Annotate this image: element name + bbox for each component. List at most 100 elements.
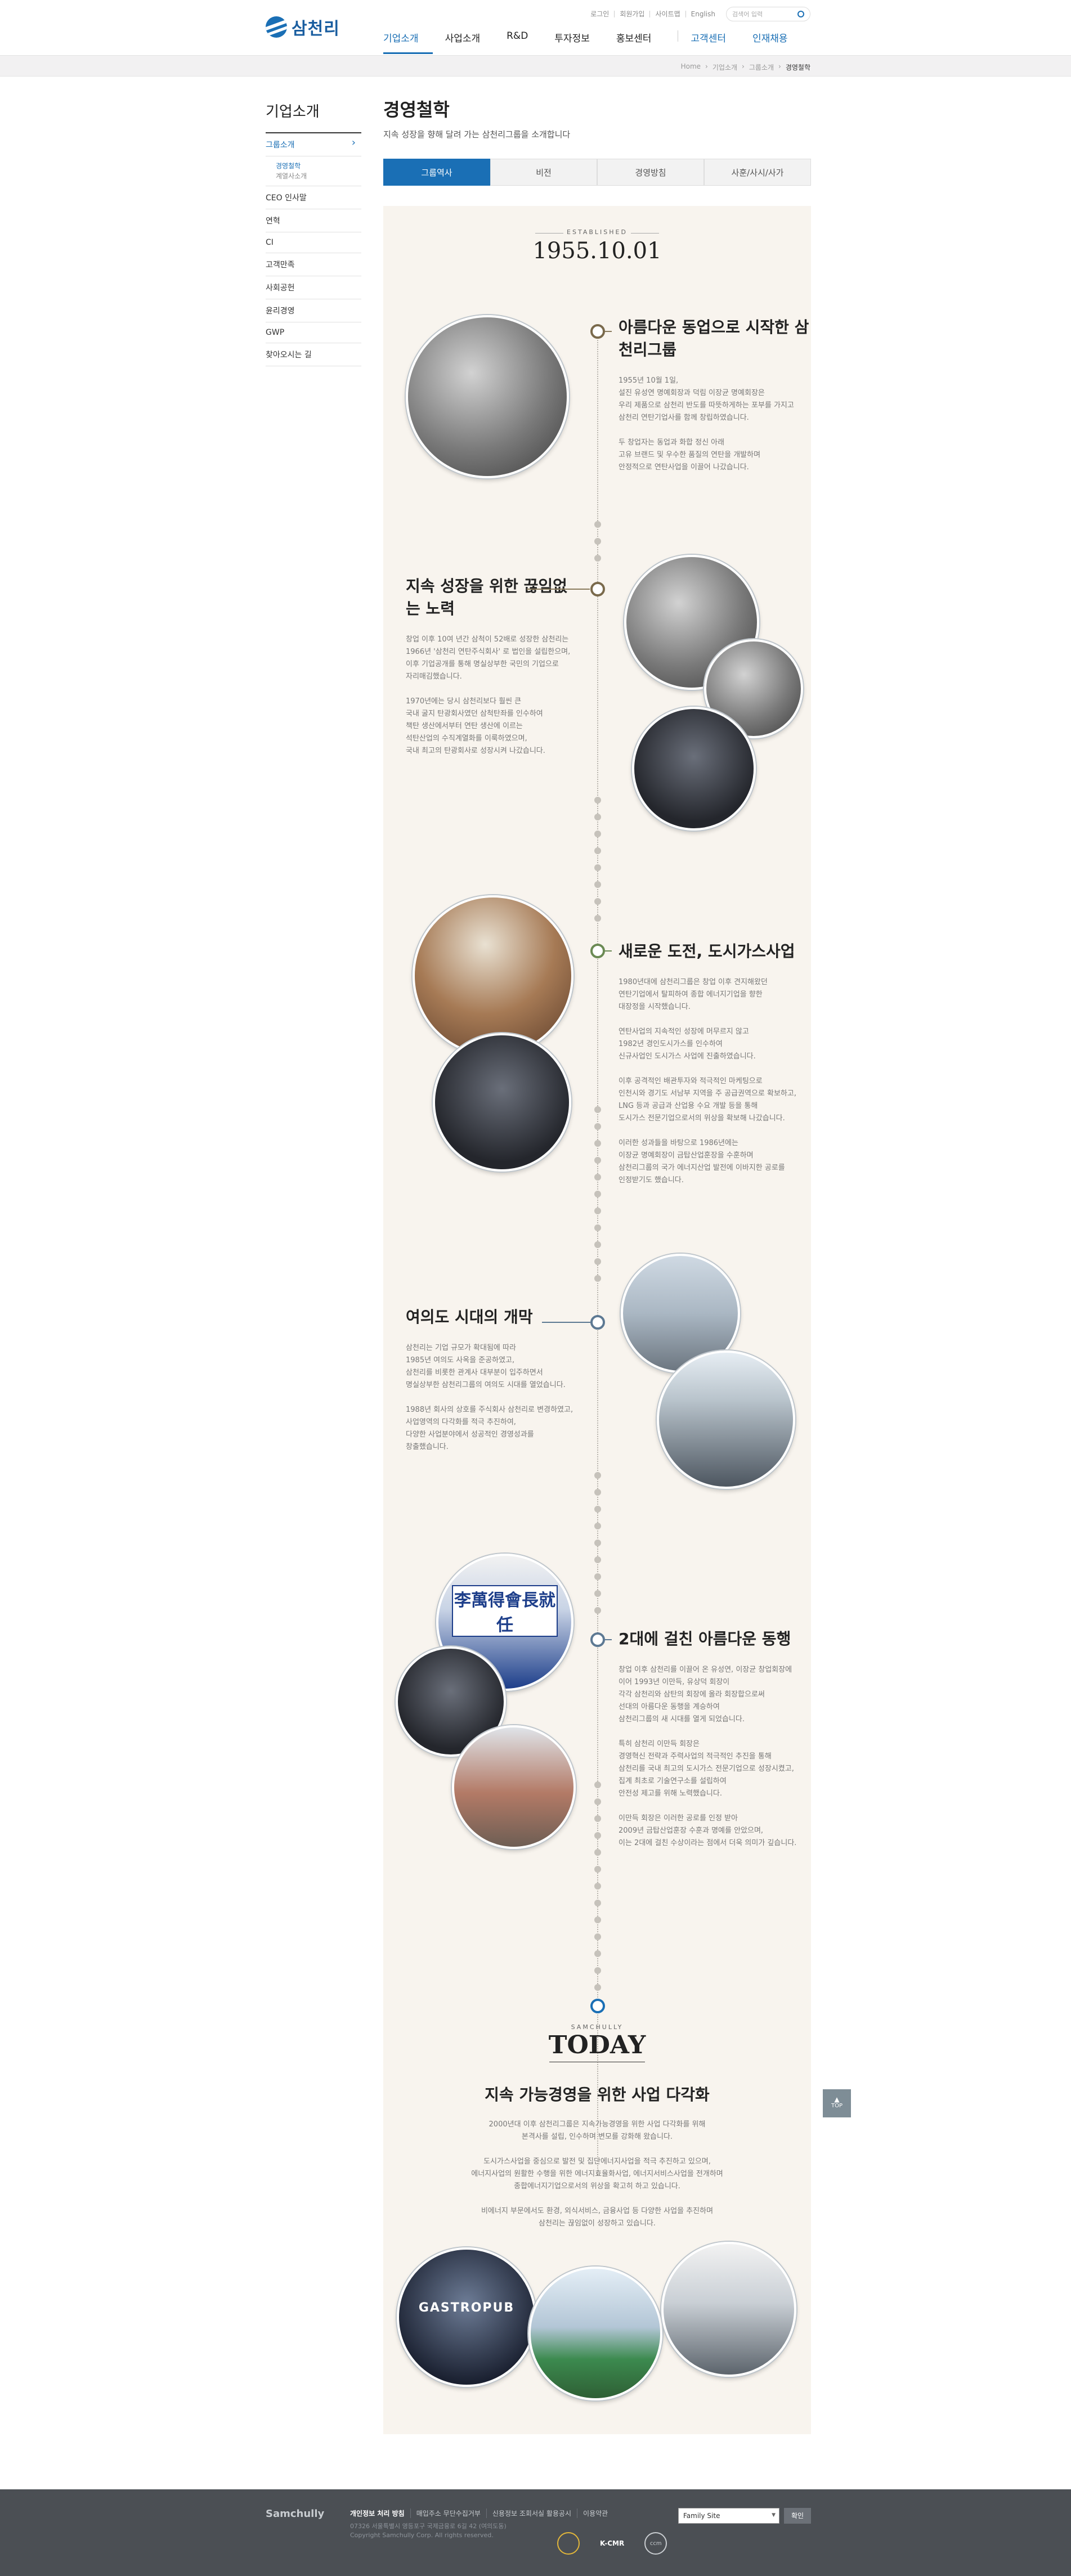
footer-link-email[interactable]: 매입주소 무단수집거부 xyxy=(411,2508,487,2518)
timeline-dot xyxy=(594,1523,601,1529)
tab-vision[interactable]: 비전 xyxy=(490,159,597,186)
tab-motto[interactable]: 사훈/사시/사가 xyxy=(704,159,811,186)
side-nav-item-ceo[interactable]: CEO 인사말 xyxy=(266,186,361,209)
photo-yeouido-building xyxy=(657,1350,795,1489)
logo[interactable]: 삼천리 xyxy=(266,15,340,39)
photo-groundbreaking xyxy=(413,895,573,1056)
section-text: 1980년대에 삼천리그룹은 창업 이후 견지해왔던 연탄기업에서 탈피하여 종… xyxy=(619,978,796,1184)
photo-ceremony xyxy=(433,1033,571,1172)
today-text: 2000년대 이후 삼천리그룹은 지속가능경영을 위한 사업 다각화를 위해 본… xyxy=(471,2120,723,2228)
photo-sign-text: GASTROPUB xyxy=(418,2301,515,2315)
footer-link-privacy[interactable]: 개인정보 처리 방침 xyxy=(350,2508,411,2518)
gnb-customer[interactable]: 고객센터 xyxy=(691,30,740,54)
side-nav-item-location[interactable]: 찾아오시는 길 xyxy=(266,343,361,366)
timeline-dot xyxy=(594,1191,601,1197)
timeline-dot xyxy=(594,1224,601,1231)
gnb-ir[interactable]: 투자정보 xyxy=(554,30,604,54)
breadcrumb-sep: › xyxy=(742,62,745,70)
side-nav-sub-affiliates[interactable]: 계열사소개 xyxy=(276,171,361,181)
section-title: 새로운 도전, 도시가스사업 xyxy=(619,942,795,961)
timeline-dot xyxy=(594,1883,601,1890)
timeline-dot xyxy=(594,1489,601,1496)
page-description: 지속 성장을 향해 달려 가는 삼천리그룹을 소개합니다 xyxy=(383,129,571,140)
timeline-dot xyxy=(594,1815,601,1822)
section-text: 삼천리는 기업 규모가 확대됨에 따라 1985년 여의도 사옥을 준공하였고,… xyxy=(406,1344,573,1451)
breadcrumb-sep: › xyxy=(705,62,708,70)
gnb-company[interactable]: 기업소개 xyxy=(383,30,433,54)
footer-link-credit[interactable]: 신용정보 조회서실 활용공시 xyxy=(487,2508,578,2518)
timeline-dot xyxy=(594,898,601,905)
gnb-rnd[interactable]: R&D xyxy=(507,30,542,54)
util-join-link[interactable]: 회원가입 xyxy=(615,11,651,17)
page-title: 경영철학 xyxy=(383,99,450,120)
side-nav-item-ci[interactable]: CI xyxy=(266,232,361,253)
gnb-business[interactable]: 사업소개 xyxy=(445,30,495,54)
util-sitemap-link[interactable]: 사이트맵 xyxy=(650,11,686,17)
timeline-dot xyxy=(594,1140,601,1147)
top-button[interactable]: TOP xyxy=(823,2089,851,2117)
timeline-dot xyxy=(594,1590,601,1597)
side-nav-item-gwp[interactable]: GWP xyxy=(266,322,361,343)
tab-policy[interactable]: 경영방침 xyxy=(597,159,704,186)
timeline-end-node xyxy=(590,1999,605,2013)
utility-nav: 로그인 회원가입 사이트맵 English 검색어 입력 xyxy=(585,7,810,21)
timeline-dot xyxy=(594,1106,601,1113)
established-header: ESTABLISHED 1955.10.01 xyxy=(513,228,682,264)
side-nav-item-history[interactable]: 연혁 xyxy=(266,209,361,232)
timeline-connector xyxy=(527,589,590,590)
timeline-dot xyxy=(594,521,601,528)
side-nav-item-customer[interactable]: 고객만족 xyxy=(266,253,361,276)
logo-text: 삼천리 xyxy=(292,19,340,39)
timeline-dot xyxy=(594,1540,601,1546)
footer: Samchully 개인정보 처리 방침 매입주소 무단수집거부 신용정보 조회… xyxy=(0,2489,1071,2576)
timeline-dot xyxy=(594,1866,601,1873)
global-nav: 기업소개 사업소개 R&D 투자정보 홍보센터 고객센터 인재채용 xyxy=(383,30,814,54)
section-title: 여의도 시대의 개막 xyxy=(406,1308,533,1326)
timeline-dot xyxy=(594,814,601,820)
established-label: ESTABLISHED xyxy=(567,228,628,236)
family-site-go-button[interactable]: 확인 xyxy=(784,2508,811,2524)
side-nav-item-ethics[interactable]: 윤리경영 xyxy=(266,299,361,322)
search-icon[interactable] xyxy=(797,11,804,17)
breadcrumb-company[interactable]: 기업소개 xyxy=(712,62,737,72)
kcmr-badge: K-CMR xyxy=(600,2539,625,2547)
photo-stadium xyxy=(528,2267,662,2400)
breadcrumb-current: 경영철학 xyxy=(785,64,810,71)
side-nav-item-social[interactable]: 사회공헌 xyxy=(266,276,361,299)
timeline-dot xyxy=(594,915,601,922)
timeline-dot xyxy=(594,555,601,562)
timeline-node xyxy=(590,944,605,958)
side-nav-item-group[interactable]: 그룹소개 xyxy=(266,133,361,156)
timeline-dot xyxy=(594,1573,601,1580)
photo-facility xyxy=(452,1725,576,1849)
family-site-select[interactable]: Family Site xyxy=(678,2508,779,2524)
history-section-3: 새로운 도전, 도시가스사업 1980년대에 삼천리그룹은 창업 이후 견지해왔… xyxy=(619,940,810,1187)
breadcrumb-home[interactable]: Home xyxy=(681,62,701,72)
side-nav-sub-philosophy[interactable]: 경영철학 xyxy=(276,161,361,171)
footer-link-terms[interactable]: 이용약관 xyxy=(577,2508,613,2518)
timeline-dot xyxy=(594,1208,601,1214)
breadcrumb: Home › 기업소개 › 그룹소개 › 경영철학 xyxy=(681,62,810,72)
timeline-dot xyxy=(594,1607,601,1614)
logo-mark-icon xyxy=(266,16,287,38)
breadcrumb-group[interactable]: 그룹소개 xyxy=(749,62,774,72)
timeline-dot xyxy=(594,1917,601,1923)
today-big-title: TODAY xyxy=(548,2031,646,2059)
util-english-link[interactable]: English xyxy=(686,11,720,17)
timeline-dot xyxy=(594,1781,601,1788)
gnb-careers[interactable]: 인재채용 xyxy=(752,30,802,54)
gnb-pr[interactable]: 홍보센터 xyxy=(616,30,666,54)
search-input[interactable]: 검색어 입력 xyxy=(726,7,810,21)
section-text: 창업 이후 삼천리를 이끌어 온 유성연, 이장균 창업회장에 이어 1993년… xyxy=(619,1666,797,1847)
photo-founders xyxy=(406,315,569,478)
timeline-dot xyxy=(594,1174,601,1181)
timeline-dot xyxy=(594,847,601,854)
tab-history[interactable]: 그룹역사 xyxy=(383,159,490,186)
history-section-2: 지속 성장을 위한 끊임없는 노력 창업 이후 10여 년간 삼척이 52배로 … xyxy=(406,575,575,757)
content-tabs: 그룹역사 비전 경영방침 사훈/사시/사가 xyxy=(383,159,811,186)
breadcrumb-bar: Home › 기업소개 › 그룹소개 › 경영철학 xyxy=(0,55,1071,77)
photo-speech xyxy=(632,707,756,831)
breadcrumb-sep: › xyxy=(778,62,781,70)
photo-power-plant xyxy=(661,2242,796,2377)
util-login-link[interactable]: 로그인 xyxy=(585,11,615,17)
